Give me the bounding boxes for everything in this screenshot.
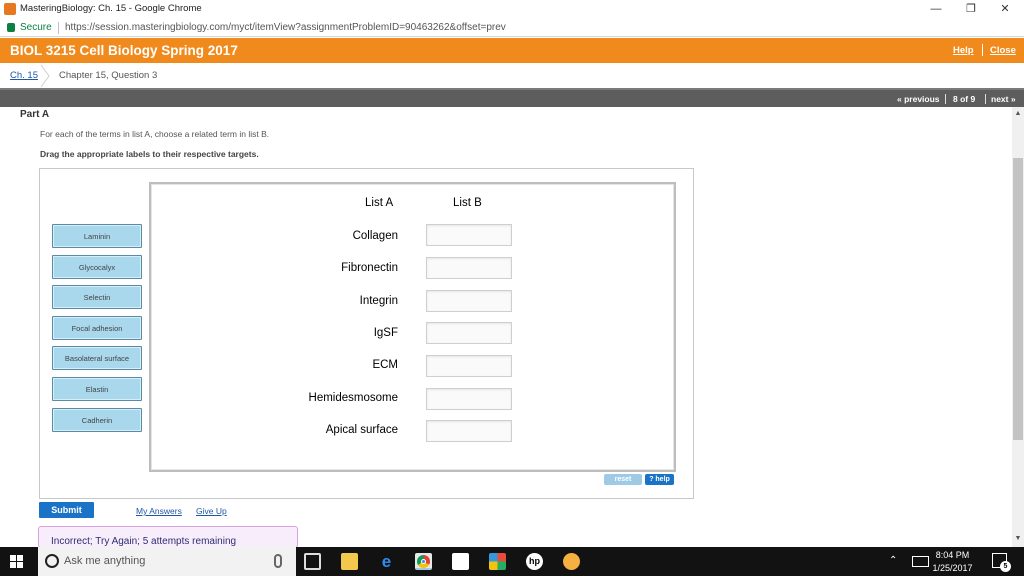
scrollbar-thumb[interactable] [1013,158,1023,440]
next-link[interactable]: next » [991,94,1016,104]
notification-badge: 5 [1000,561,1011,572]
smiley-app-icon[interactable] [563,553,580,570]
drag-label-laminin[interactable]: Laminin [52,224,142,248]
tray-expand-icon[interactable]: ⌃ [889,555,897,566]
clock-time: 8:04 PM [935,550,970,560]
browser-title-bar: MasteringBiology: Ch. 15 - Google Chrome… [0,0,1024,19]
pager-divider [945,94,946,104]
feedback-box: Incorrect; Try Again; 5 attempts remaini… [38,526,298,548]
question-instruction: Drag the appropriate labels to their res… [40,149,259,159]
clock-date: 1/25/2017 [932,563,973,573]
term-ecm: ECM [372,359,398,371]
reset-button[interactable]: reset [604,474,642,485]
drag-label-cadherin[interactable]: Cadherin [52,408,142,432]
header-divider [982,44,983,56]
pager-position: 8 of 9 [953,94,976,104]
drop-target-ecm[interactable] [426,355,512,377]
term-hemidesmosome: Hemidesmosome [308,392,398,404]
restore-button[interactable]: ❐ [956,0,986,19]
dnd-help-button[interactable]: ? help [645,474,674,485]
course-header: BIOL 3215 Cell Biology Spring 2017 Help … [0,38,1024,63]
chapter-link[interactable]: Ch. 15 [10,70,38,81]
give-up-link[interactable]: Give Up [196,506,227,516]
scroll-down-icon[interactable]: ▼ [1012,533,1024,545]
question-pager: « previous 8 of 9 next » [0,88,1024,107]
taskbar-search-box[interactable]: Ask me anything [38,547,296,576]
file-explorer-icon[interactable] [341,553,358,570]
address-bar[interactable]: Secure https://session.masteringbiology.… [0,19,1024,37]
secure-label: Secure [20,22,52,33]
window-title: MasteringBiology: Ch. 15 - Google Chrome [20,3,202,14]
edge-browser-icon[interactable]: e [378,553,395,570]
close-window-button[interactable]: ✕ [990,0,1020,19]
previous-link[interactable]: « previous [897,94,940,104]
chevron-right-icon [40,64,50,88]
store-icon[interactable] [452,553,469,570]
breadcrumb: Ch. 15 Chapter 15, Question 3 [0,64,1024,88]
drop-target-collagen[interactable] [426,224,512,246]
minimize-button[interactable]: — [921,0,951,19]
term-igsf: IgSF [373,327,398,339]
mastering-favicon-icon [4,3,16,15]
list-b-header: List B [453,197,482,209]
microphone-icon[interactable] [274,554,282,568]
question-prompt: For each of the terms in list A, choose … [40,129,270,139]
my-answers-link[interactable]: My Answers [136,506,182,516]
current-question: Chapter 15, Question 3 [59,70,158,81]
windows-start-icon[interactable] [10,555,23,568]
drop-target-igsf[interactable] [426,322,512,344]
drag-label-basolateral-surface[interactable]: Basolateral surface [52,346,142,370]
term-collagen: Collagen [352,230,398,242]
hp-icon[interactable]: hp [526,553,543,570]
chrome-icon[interactable] [415,553,432,570]
term-apical-surface: Apical surface [325,424,398,436]
drop-target-fibronectin[interactable] [426,257,512,279]
drag-label-focal-adhesion[interactable]: Focal adhesion [52,316,142,340]
feedback-text: Incorrect; Try Again; 5 attempts remaini… [51,536,237,547]
drop-target-hemidesmosome[interactable] [426,388,512,410]
drag-label-elastin[interactable]: Elastin [52,377,142,401]
close-link[interactable]: Close [990,45,1016,56]
app-icon[interactable] [489,553,506,570]
drag-label-glycocalyx[interactable]: Glycocalyx [52,255,142,279]
part-title: Part A [20,109,50,120]
cortana-icon [45,554,59,568]
drop-target-apical-surface[interactable] [426,420,512,442]
pager-divider [985,94,986,104]
lock-icon [7,23,15,32]
list-a-header: List A [365,197,394,209]
task-view-icon[interactable] [304,553,321,570]
drag-label-selectin[interactable]: Selectin [52,285,142,309]
url-text[interactable]: https://session.masteringbiology.com/myc… [65,22,506,33]
term-fibronectin: Fibronectin [341,262,398,274]
search-placeholder: Ask me anything [64,555,146,567]
address-divider [58,22,59,34]
submit-button[interactable]: Submit [39,502,94,518]
help-link[interactable]: Help [953,45,974,56]
term-integrin: Integrin [359,295,398,307]
windows-taskbar: Ask me anything e hp ⌃ 8:04 PM 1/25/2017… [0,547,1024,576]
scroll-up-icon[interactable]: ▲ [1012,108,1024,120]
taskbar-clock[interactable]: 8:04 PM 1/25/2017 [925,549,980,575]
course-title: BIOL 3215 Cell Biology Spring 2017 [10,43,238,58]
drop-target-integrin[interactable] [426,290,512,312]
